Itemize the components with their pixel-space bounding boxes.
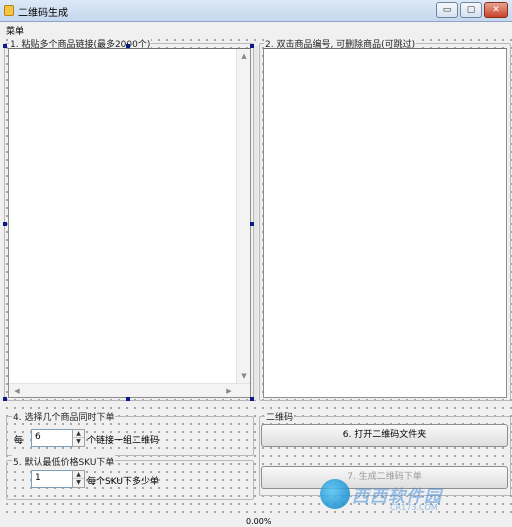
window-title: 二维码生成 (18, 8, 68, 19)
close-button[interactable]: ✕ (484, 2, 508, 18)
title-bar[interactable]: 二维码生成 ▭ ▢ ✕ (0, 0, 512, 22)
selection-handle (126, 44, 130, 48)
menu-item[interactable]: 菜单 (6, 24, 24, 37)
progress-text: 0.00% (246, 517, 272, 526)
product-list[interactable] (263, 48, 507, 398)
scroll-up-icon[interactable]: ▲ (238, 51, 250, 61)
orders-per-sku-input[interactable]: 1 (31, 470, 73, 488)
app-icon (4, 5, 14, 16)
maximize-button[interactable]: ▢ (460, 2, 482, 18)
sku-order-group-title: 5. 默认最低价格SKU下单 (12, 455, 116, 468)
links-vertical-scrollbar[interactable]: ▲ ▼ (236, 49, 250, 384)
spin-up-icon[interactable]: ▲ (73, 471, 84, 479)
scroll-down-icon[interactable]: ▼ (238, 371, 250, 381)
links-horizontal-scrollbar[interactable]: ◀ ▶ (9, 383, 250, 397)
menu-bar: 菜单 (0, 22, 512, 37)
selection-handle (3, 397, 7, 401)
links-textarea[interactable]: ▲ ▼ ◀ ▶ (8, 48, 251, 398)
per-label: 每 (14, 436, 24, 446)
selection-handle (3, 44, 7, 48)
spin-up-icon[interactable]: ▲ (73, 430, 84, 438)
minimize-button[interactable]: ▭ (436, 2, 458, 18)
spin-down-icon[interactable]: ▼ (73, 479, 84, 487)
status-bar: 0.00% (0, 517, 512, 527)
watermark-site: CR173.COM (390, 503, 438, 512)
panel-splitter[interactable] (254, 46, 258, 400)
links-per-group-label: 个链接一组二维码 (87, 436, 160, 446)
group-order-group-title: 4. 选择几个商品同时下单 (12, 410, 116, 423)
orders-per-sku-label: 每个SKU下多少单 (87, 477, 159, 487)
watermark-logo (320, 479, 350, 509)
selection-handle (126, 397, 130, 401)
links-per-group-input[interactable]: 6 (31, 429, 73, 447)
links-per-group-spinner[interactable]: ▲ ▼ (72, 429, 85, 447)
scroll-right-icon[interactable]: ▶ (223, 386, 235, 396)
qr-group-title: 二维码 (265, 410, 295, 423)
selection-handle (3, 222, 7, 226)
orders-per-sku-spinner[interactable]: ▲ ▼ (72, 470, 85, 488)
scroll-left-icon[interactable]: ◀ (11, 386, 23, 396)
open-qr-folder-button[interactable]: 6. 打开二维码文件夹 (261, 424, 508, 447)
spin-down-icon[interactable]: ▼ (73, 438, 84, 446)
